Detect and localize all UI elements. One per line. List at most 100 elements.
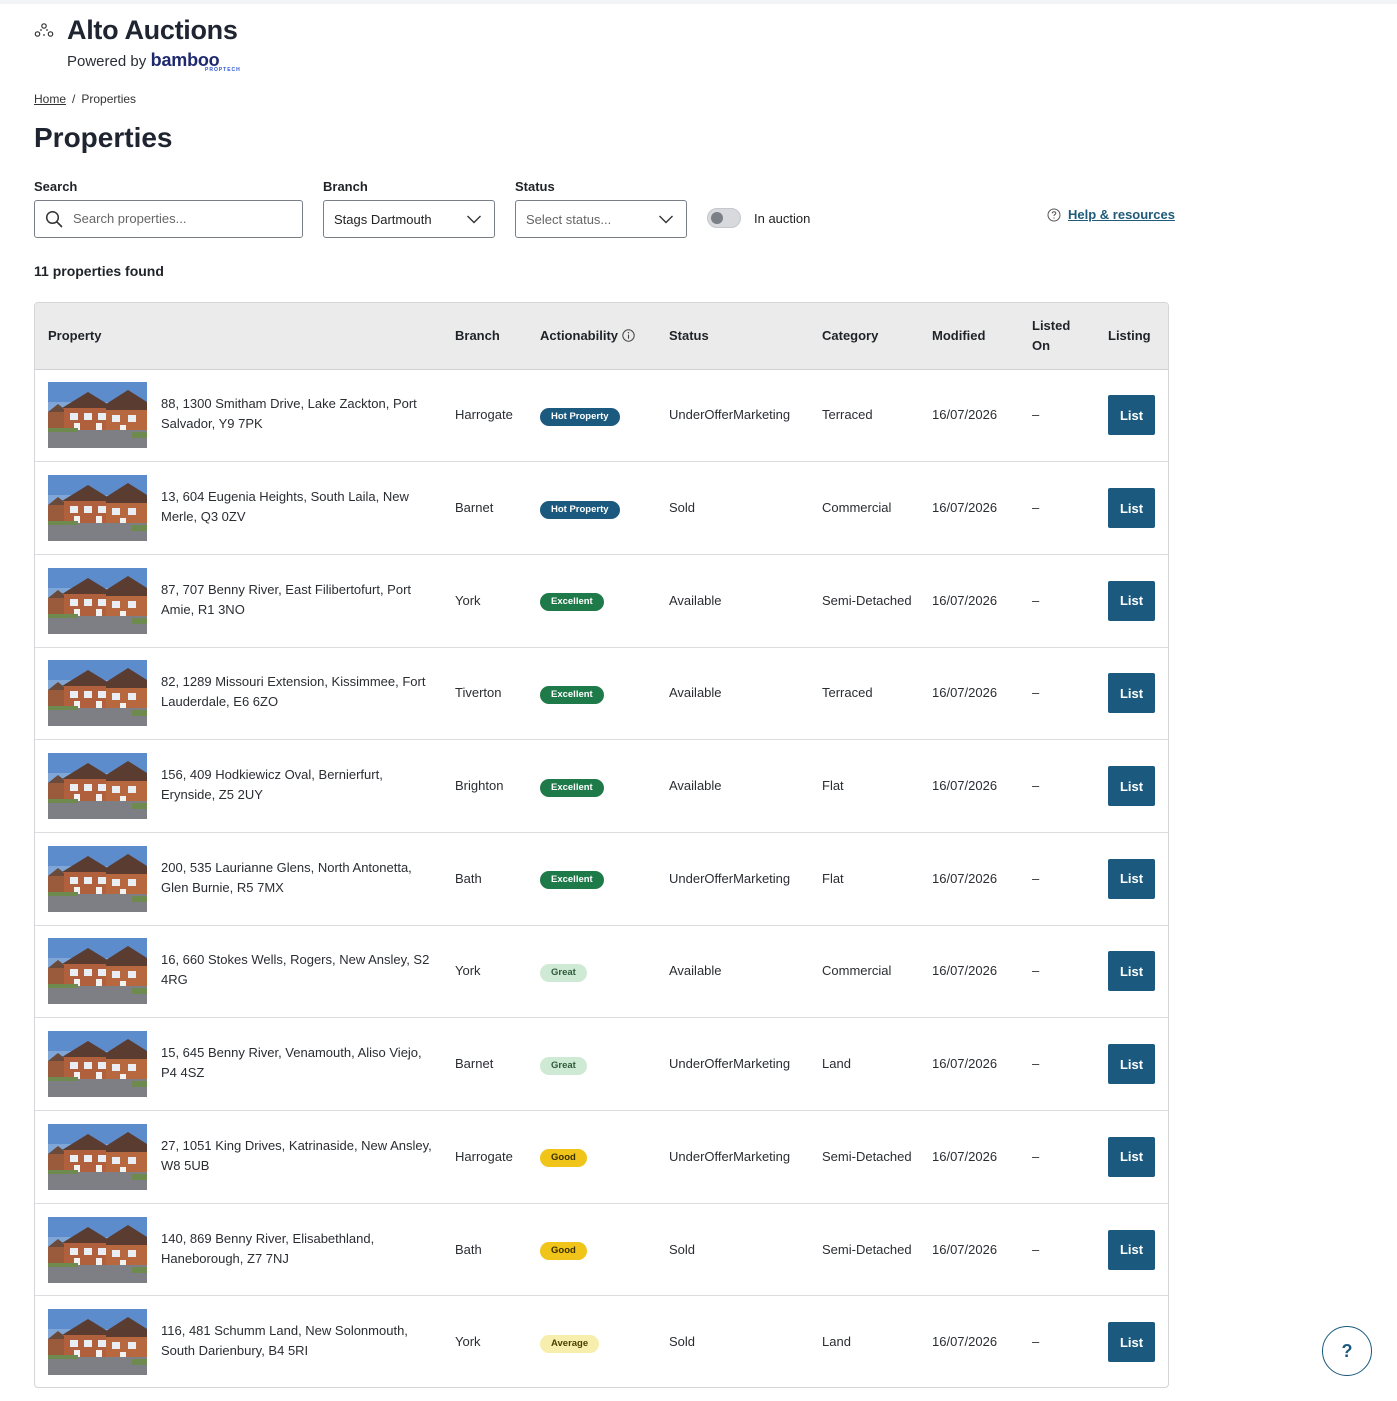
property-cell: 13, 604 Eugenia Heights, South Laila, Ne…: [35, 461, 455, 555]
branch-cell: Barnet: [455, 461, 540, 555]
status-select[interactable]: Select status...: [515, 200, 687, 238]
branch-label: Branch: [323, 179, 368, 194]
actionability-badge: Excellent: [540, 871, 604, 890]
property-thumbnail[interactable]: [48, 660, 147, 727]
actionability-cell: Excellent: [540, 739, 669, 833]
actionability-cell: Good: [540, 1110, 669, 1204]
property-thumbnail[interactable]: [48, 845, 147, 912]
actionability-cell: Hot Property: [540, 461, 669, 555]
category-text: Semi-Detached: [822, 592, 912, 608]
property-address[interactable]: 116, 481 Schumm Land, New Solonmouth, So…: [161, 1321, 436, 1361]
category-cell: Semi-Detached: [822, 1203, 932, 1297]
list-button[interactable]: List: [1108, 1136, 1155, 1177]
header-modified: Modified: [932, 303, 1032, 370]
property-address[interactable]: 88, 1300 Smitham Drive, Lake Zackton, Po…: [161, 394, 436, 434]
category-cell: Land: [822, 1296, 932, 1387]
listed-on-cell: –: [1032, 925, 1108, 1019]
property-cell: 16, 660 Stokes Wells, Rogers, New Ansley…: [35, 925, 455, 1019]
listed-on-cell: –: [1032, 647, 1108, 741]
list-button[interactable]: List: [1108, 766, 1155, 807]
status-cell: Available: [669, 739, 822, 833]
chevron-down-icon: [467, 215, 481, 224]
powered-by-label: Powered by: [67, 53, 147, 70]
list-button[interactable]: List: [1108, 580, 1155, 621]
listed-on-cell: –: [1032, 554, 1108, 648]
listing-cell: List: [1108, 1017, 1168, 1111]
list-button[interactable]: List: [1108, 395, 1155, 436]
listing-cell: List: [1108, 554, 1168, 648]
actionability-cell: Excellent: [540, 554, 669, 648]
property-address[interactable]: 27, 1051 King Drives, Katrinaside, New A…: [161, 1136, 436, 1176]
property-cell: 87, 707 Benny River, East Filibertofurt,…: [35, 554, 455, 648]
actionability-cell: Average: [540, 1296, 669, 1387]
category-text: Land: [822, 1334, 851, 1350]
search-icon: [45, 210, 63, 228]
list-button[interactable]: List: [1108, 951, 1155, 992]
category-cell: Flat: [822, 739, 932, 833]
listed-on-cell: –: [1032, 1110, 1108, 1204]
list-button[interactable]: List: [1108, 673, 1155, 714]
actionability-badge: Good: [540, 1149, 587, 1168]
property-cell: 140, 869 Benny River, Elisabethland, Han…: [35, 1203, 455, 1297]
actionability-cell: Excellent: [540, 832, 669, 926]
property-address[interactable]: 87, 707 Benny River, East Filibertofurt,…: [161, 580, 436, 620]
property-address[interactable]: 82, 1289 Missouri Extension, Kissimmee, …: [161, 672, 436, 712]
header-actionability: Actionability: [540, 303, 669, 370]
property-address[interactable]: 156, 409 Hodkiewicz Oval, Bernierfurt, E…: [161, 765, 436, 805]
house-photo: [48, 845, 147, 912]
modified-cell: 16/07/2026: [932, 1017, 1032, 1111]
listed-on-cell: –: [1032, 1334, 1040, 1350]
property-thumbnail[interactable]: [48, 1031, 147, 1098]
branch-select[interactable]: Stags Dartmouth: [323, 200, 495, 238]
status-cell: Sold: [669, 461, 822, 555]
house-photo: [48, 475, 147, 542]
modified-cell: 16/07/2026: [932, 369, 1032, 463]
property-thumbnail[interactable]: [48, 567, 147, 634]
property-thumbnail[interactable]: [48, 1309, 147, 1376]
list-button[interactable]: List: [1108, 1229, 1155, 1270]
info-icon[interactable]: [622, 329, 635, 342]
property-thumbnail[interactable]: [48, 753, 147, 820]
chevron-down-icon: [659, 215, 673, 224]
property-cell: 82, 1289 Missouri Extension, Kissimmee, …: [35, 647, 455, 741]
listed-on-cell: –: [1032, 832, 1108, 926]
branch-cell: Bath: [455, 1203, 540, 1297]
property-thumbnail[interactable]: [48, 382, 147, 449]
header-actionability-label: Actionability: [540, 327, 619, 343]
powered-by: Powered by bamboo PROPTECH: [67, 50, 240, 73]
list-button[interactable]: List: [1108, 1044, 1155, 1085]
property-thumbnail[interactable]: [48, 1216, 147, 1283]
modified-cell: 16/07/2026: [932, 1110, 1032, 1204]
property-thumbnail[interactable]: [48, 1123, 147, 1190]
in-auction-toggle[interactable]: [707, 208, 741, 228]
list-button[interactable]: List: [1108, 1322, 1155, 1363]
property-address[interactable]: 13, 604 Eugenia Heights, South Laila, Ne…: [161, 487, 436, 527]
table-row: 13, 604 Eugenia Heights, South Laila, Ne…: [35, 461, 1168, 555]
list-button[interactable]: List: [1108, 488, 1155, 529]
properties-table: Property Branch Actionability Status Cat…: [34, 302, 1169, 1388]
list-button[interactable]: List: [1108, 858, 1155, 899]
property-thumbnail[interactable]: [48, 938, 147, 1005]
property-cell: 88, 1300 Smitham Drive, Lake Zackton, Po…: [35, 369, 455, 463]
category-text: Land: [822, 1056, 851, 1072]
status-cell: Sold: [669, 1334, 696, 1350]
search-label: Search: [34, 179, 78, 194]
help-fab-button[interactable]: ?: [1322, 1326, 1372, 1376]
search-field[interactable]: [34, 200, 303, 238]
breadcrumb-home[interactable]: Home: [34, 92, 66, 106]
property-address[interactable]: 15, 645 Benny River, Venamouth, Aliso Vi…: [161, 1043, 436, 1083]
house-photo: [48, 660, 147, 727]
property-thumbnail[interactable]: [48, 475, 147, 542]
property-cell: 15, 645 Benny River, Venamouth, Aliso Vi…: [35, 1017, 455, 1111]
results-count: 11 properties found: [34, 263, 164, 279]
modified-cell: 16/07/2026: [932, 461, 1032, 555]
search-input[interactable]: [71, 210, 295, 227]
category-text: Commercial: [822, 963, 892, 979]
modified-cell: 16/07/2026: [932, 925, 1032, 1019]
help-resources-link[interactable]: Help & resources: [1068, 207, 1175, 222]
property-address[interactable]: 200, 535 Laurianne Glens, North Antonett…: [161, 858, 436, 898]
branch-select-value: Stags Dartmouth: [334, 212, 432, 227]
property-address[interactable]: 16, 660 Stokes Wells, Rogers, New Ansley…: [161, 950, 436, 990]
listing-cell: List: [1108, 1296, 1168, 1387]
property-address[interactable]: 140, 869 Benny River, Elisabethland, Han…: [161, 1229, 436, 1269]
